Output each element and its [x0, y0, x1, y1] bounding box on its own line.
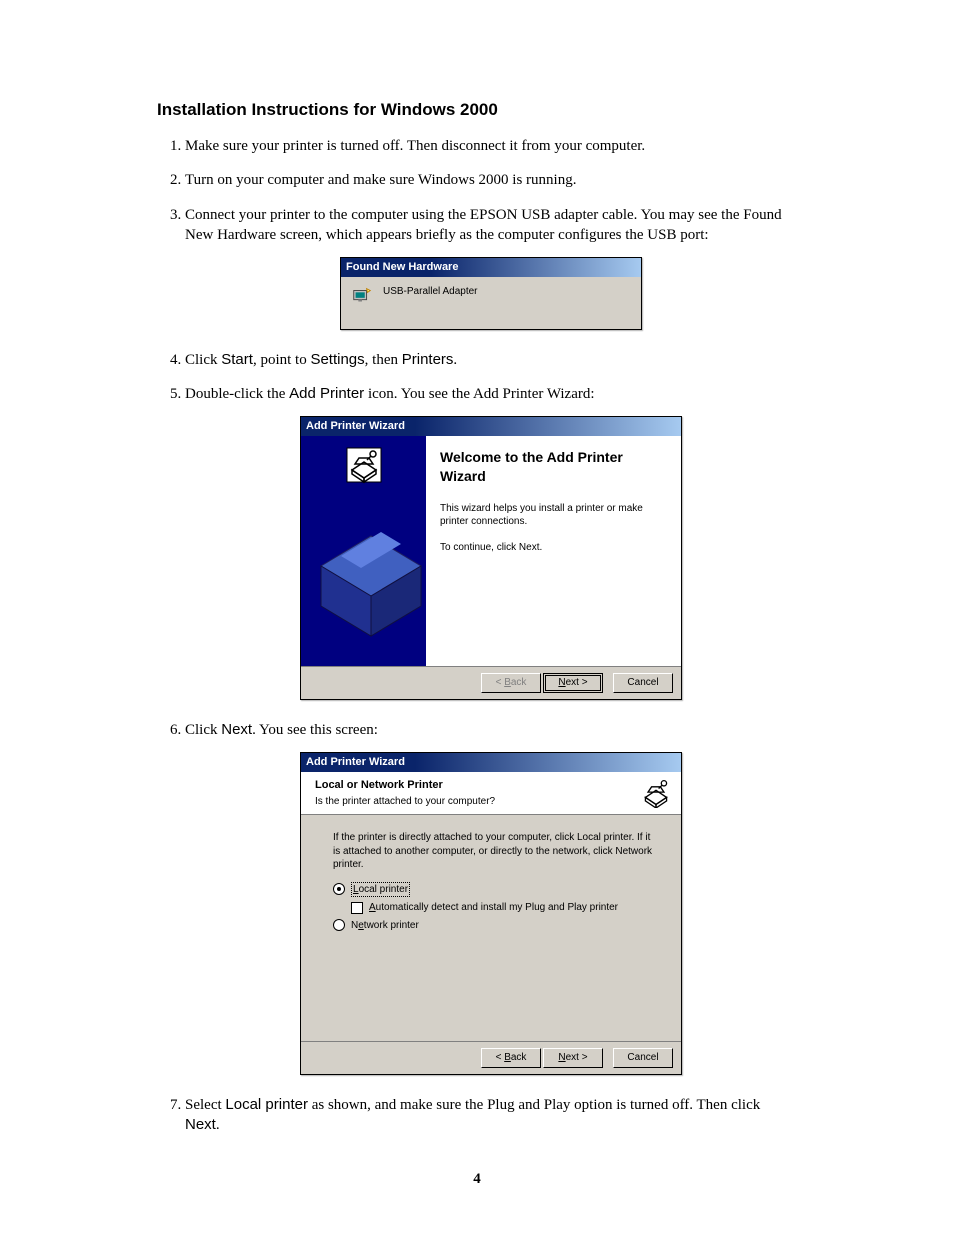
page-number: 4	[157, 1171, 797, 1188]
wizard1-heading: Welcome to the Add Printer Wizard	[440, 448, 667, 486]
wizard1-back-button[interactable]: < Back	[481, 673, 541, 693]
step-4: Click Start, point to Settings, then Pri…	[185, 350, 797, 370]
add-printer-label: Add Printer	[289, 385, 364, 402]
fnh-device-label: USB-Parallel Adapter	[383, 285, 478, 299]
printers-label: Printers	[402, 351, 454, 368]
printer-icon	[641, 778, 671, 808]
wizard2-titlebar: Add Printer Wizard	[301, 753, 681, 772]
local-printer-radio[interactable]: Local printer	[333, 882, 655, 898]
next-label-2: Next	[185, 1116, 216, 1133]
checkbox-icon	[351, 902, 363, 914]
step-2: Turn on your computer and make sure Wind…	[185, 170, 797, 190]
wizard2-dialog: Add Printer Wizard Local or Network Prin…	[300, 752, 682, 1075]
radio-on-icon	[333, 883, 345, 895]
wizard1-text1: This wizard helps you install a printer …	[440, 502, 667, 529]
wizard2-cancel-button[interactable]: Cancel	[613, 1048, 673, 1068]
wizard2-next-button[interactable]: Next >	[543, 1048, 603, 1068]
figure-wizard-welcome: Add Printer Wizard	[185, 416, 797, 699]
wizard1-text2: To continue, click Next.	[440, 541, 667, 555]
hardware-icon	[351, 285, 373, 307]
wizard2-head-title: Local or Network Printer	[315, 778, 495, 793]
wizard1-dialog: Add Printer Wizard	[300, 416, 682, 699]
document-page: Installation Instructions for Windows 20…	[87, 0, 867, 1248]
local-printer-label: Local printer	[225, 1096, 308, 1113]
figure-found-new-hardware: Found New Hardware USB-Parallel Adapter	[185, 257, 797, 330]
wizard1-titlebar: Add Printer Wizard	[301, 417, 681, 436]
wizard1-sidebar-image	[301, 436, 426, 666]
step-6: Click Next. You see this screen: Add Pri…	[185, 720, 797, 1075]
radio-off-icon	[333, 919, 345, 931]
step-1: Make sure your printer is turned off. Th…	[185, 136, 797, 156]
next-label: Next	[221, 721, 252, 738]
fnh-dialog: Found New Hardware USB-Parallel Adapter	[340, 257, 642, 330]
step-5: Double-click the Add Printer icon. You s…	[185, 384, 797, 700]
figure-wizard-local-or-network: Add Printer Wizard Local or Network Prin…	[185, 752, 797, 1075]
wizard1-next-button[interactable]: Next >	[543, 673, 603, 693]
instruction-list: Make sure your printer is turned off. Th…	[157, 136, 797, 1135]
wizard2-head-sub: Is the printer attached to your computer…	[315, 795, 495, 809]
wizard2-instruction: If the printer is directly attached to y…	[333, 831, 655, 872]
settings-label: Settings	[310, 351, 364, 368]
step-3-text: Connect your printer to the computer usi…	[185, 207, 782, 243]
wizard2-back-button[interactable]: < Back	[481, 1048, 541, 1068]
fnh-titlebar: Found New Hardware	[341, 258, 641, 277]
step-3: Connect your printer to the computer usi…	[185, 205, 797, 330]
auto-detect-checkbox[interactable]: Automatically detect and install my Plug…	[351, 901, 655, 915]
network-printer-radio[interactable]: Network printer	[333, 919, 655, 933]
page-heading: Installation Instructions for Windows 20…	[157, 100, 797, 120]
start-label: Start	[221, 351, 253, 368]
step-7: Select Local printer as shown, and make …	[185, 1095, 797, 1136]
wizard1-cancel-button[interactable]: Cancel	[613, 673, 673, 693]
